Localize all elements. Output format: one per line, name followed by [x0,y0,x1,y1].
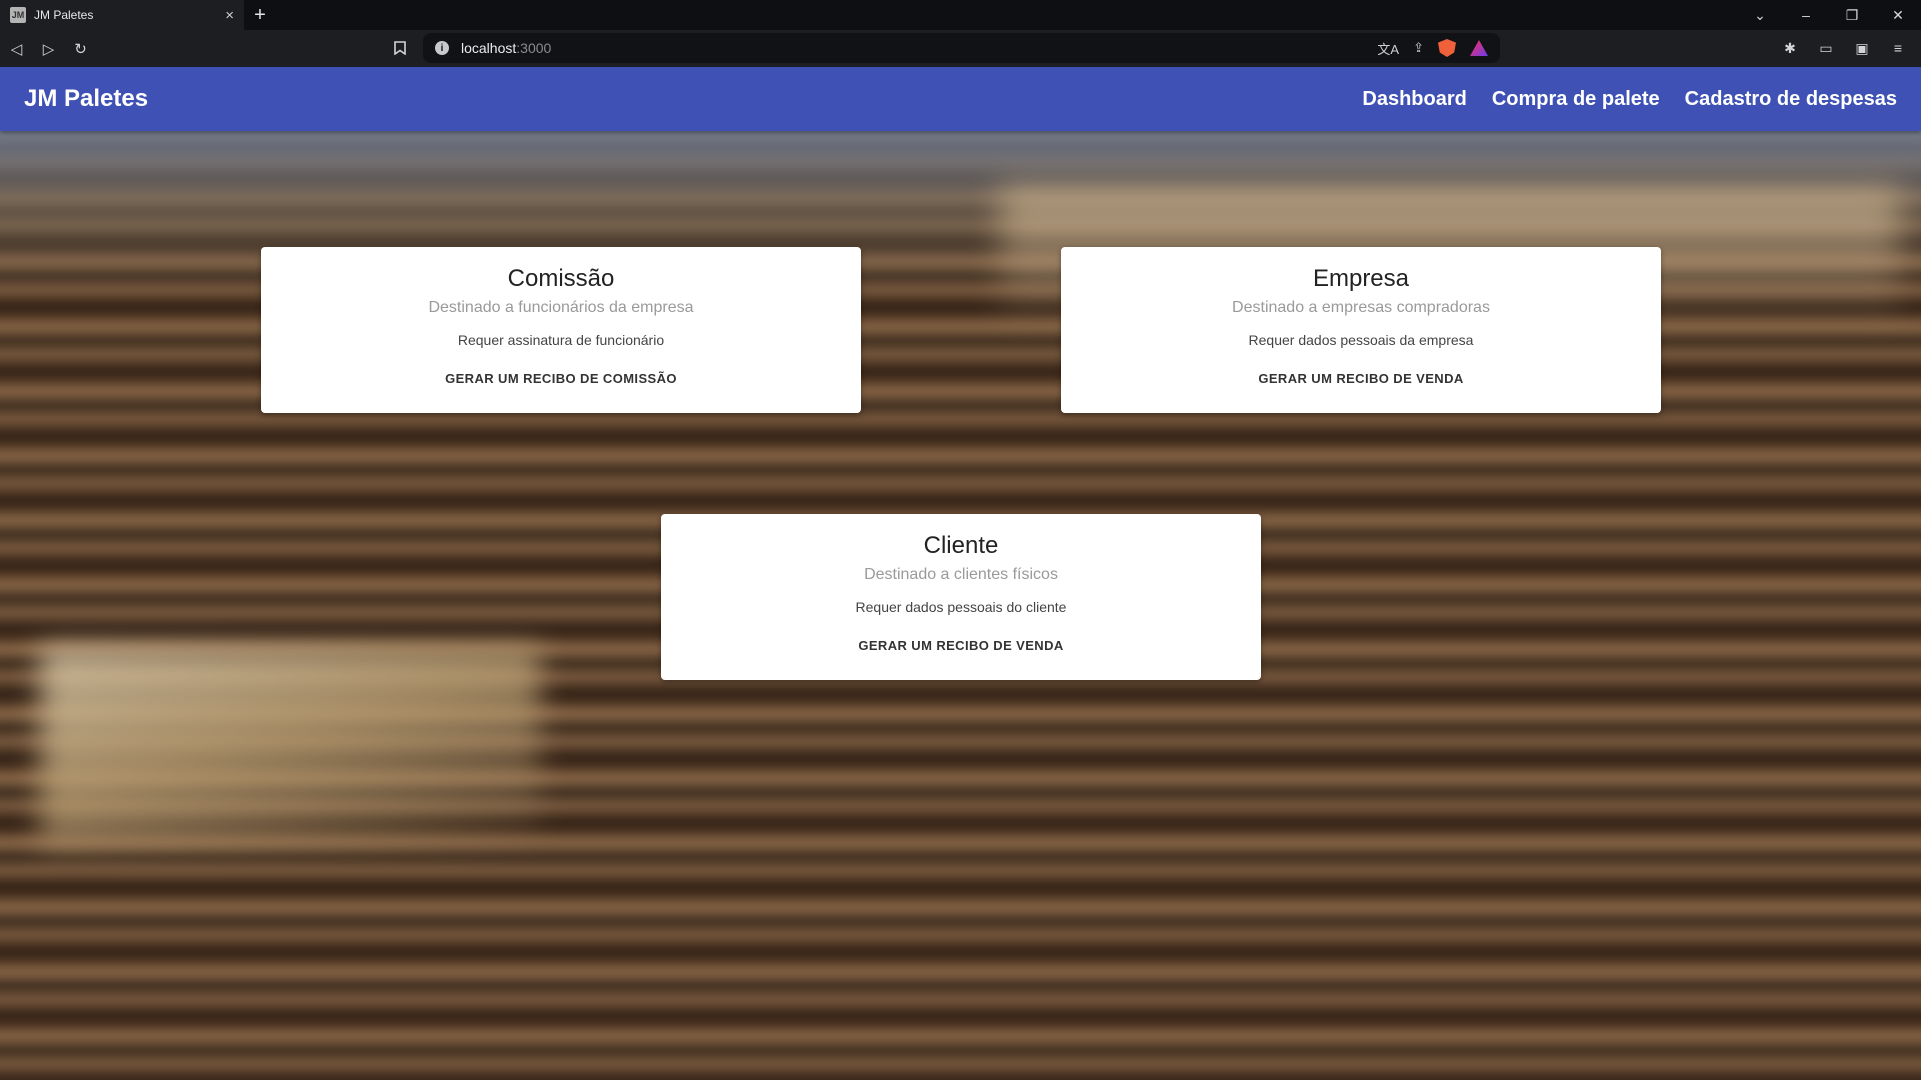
browser-tabstrip: JM JM Paletes × + ⌄ – ❐ ✕ [0,0,1921,30]
address-bar-actions: 文A ⇪ [1377,39,1488,58]
receipt-card-cliente: Cliente Destinado a clientes físicos Req… [661,514,1261,680]
bookmark-icon[interactable] [385,33,415,63]
receipt-card-comissao: Comissão Destinado a funcionários da emp… [261,247,861,413]
url-port: :3000 [516,40,552,56]
card-description: Requer dados pessoais da empresa [1248,332,1474,348]
main-nav: Dashboard Compra de palete Cadastro de d… [1362,88,1897,111]
new-tab-button[interactable]: + [244,0,276,30]
close-window-button[interactable]: ✕ [1875,7,1921,24]
tab-title: JM Paletes [34,8,94,22]
wallet-icon[interactable]: ▣ [1847,33,1877,63]
card-description: Requer assinatura de funcionário [457,332,665,348]
nav-cadastro-de-despesas[interactable]: Cadastro de despesas [1685,88,1897,111]
card-subtitle: Destinado a empresas compradoras [1232,299,1490,316]
brave-shields-icon[interactable] [1438,39,1456,57]
tab-list-icon[interactable]: ⌄ [1737,7,1783,24]
minimize-button[interactable]: – [1783,7,1829,23]
sidebar-icon[interactable]: ▭ [1811,33,1841,63]
address-bar[interactable]: i localhost :3000 文A ⇪ [423,33,1500,63]
generate-client-sale-receipt-button[interactable]: GERAR UM RECIBO DE VENDA [858,638,1063,653]
restore-button[interactable]: ❐ [1829,7,1875,24]
favicon-icon: JM [10,7,26,23]
nav-dashboard[interactable]: Dashboard [1362,88,1466,111]
card-title: Comissão [507,265,615,292]
card-description: Requer dados pessoais do cliente [855,599,1067,615]
background-highlight [40,647,540,847]
brave-rewards-icon[interactable] [1470,40,1488,56]
card-subtitle: Destinado a clientes físicos [864,566,1058,583]
app-bar: JM Paletes Dashboard Compra de palete Ca… [0,67,1921,131]
page-viewport: JM Paletes Dashboard Compra de palete Ca… [0,67,1921,1080]
receipt-card-empresa: Empresa Destinado a empresas compradoras… [1061,247,1661,413]
url-host: localhost [461,40,517,56]
translate-icon[interactable]: 文A [1377,39,1399,58]
generate-company-sale-receipt-button[interactable]: GERAR UM RECIBO DE VENDA [1258,371,1463,386]
toolbar-actions: ✱ ▭ ▣ ≡ [1775,33,1913,63]
app-brand[interactable]: JM Paletes [24,85,148,113]
close-tab-icon[interactable]: × [225,8,234,23]
site-info-icon[interactable]: i [435,41,449,55]
generate-commission-receipt-button[interactable]: GERAR UM RECIBO DE COMISSÃO [445,371,677,386]
card-title: Cliente [923,532,999,559]
browser-tab[interactable]: JM JM Paletes × [0,0,244,30]
card-subtitle: Destinado a funcionários da empresa [428,299,694,316]
window-controls: ⌄ – ❐ ✕ [1737,0,1921,30]
card-title: Empresa [1312,265,1410,292]
menu-icon[interactable]: ≡ [1883,33,1913,63]
forward-button[interactable]: ▷ [33,33,64,64]
extensions-icon[interactable]: ✱ [1775,33,1805,63]
browser-toolbar: ◁ ▷ ↻ i localhost :3000 文A ⇪ ✱ ▭ ▣ ≡ [0,30,1921,67]
back-button[interactable]: ◁ [1,33,32,64]
reload-button[interactable]: ↻ [65,33,96,64]
nav-compra-de-palete[interactable]: Compra de palete [1492,88,1660,111]
share-icon[interactable]: ⇪ [1413,40,1424,56]
